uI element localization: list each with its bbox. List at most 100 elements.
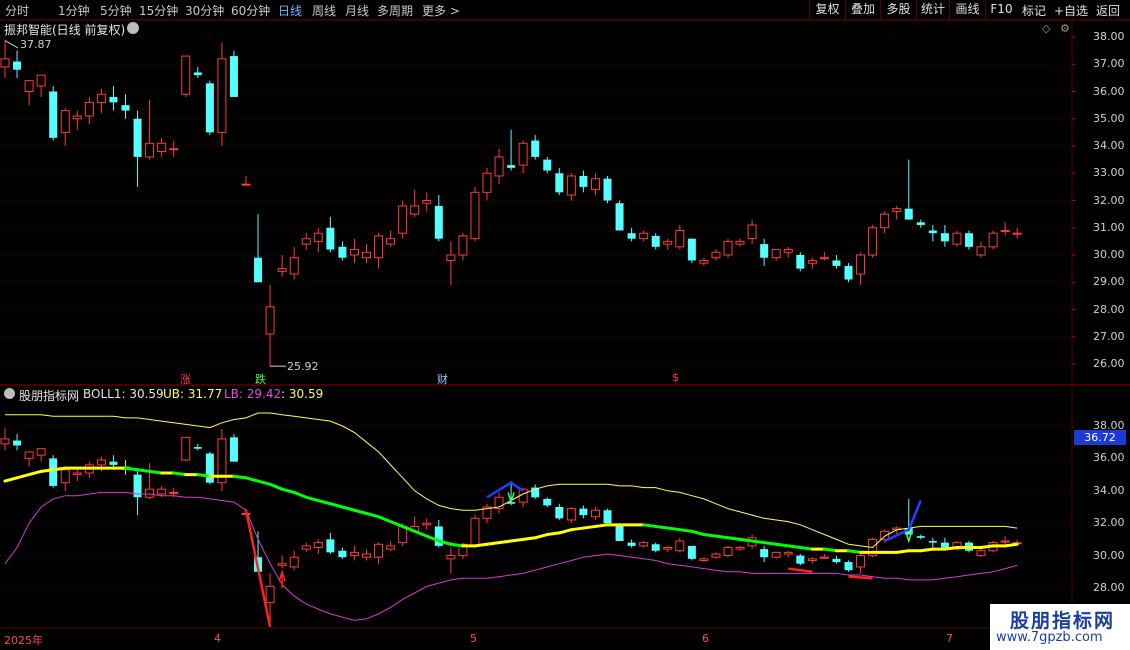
indicator-y-tick-label: 34.00 xyxy=(1093,483,1125,497)
main-candle xyxy=(590,178,600,191)
indicator-candle xyxy=(326,539,335,553)
main-candle xyxy=(940,233,949,242)
boll-mid-segment xyxy=(15,473,31,480)
boll-mid-segment xyxy=(726,536,742,541)
indicator-candle xyxy=(723,547,733,557)
main-candle xyxy=(555,173,564,193)
event-marker-finance[interactable]: 财 xyxy=(437,371,448,387)
x-axis-label-jul: 7 xyxy=(946,632,953,645)
main-candle xyxy=(627,233,636,239)
settings-icon[interactable]: ⚙ xyxy=(1060,22,1070,35)
extra-value: : 30.59 xyxy=(281,387,324,401)
event-marker-fall[interactable]: 跌 xyxy=(255,371,266,387)
indicator-candle xyxy=(205,453,214,483)
main-candle xyxy=(13,61,22,70)
main-candle xyxy=(928,230,937,234)
main-candle xyxy=(301,238,311,245)
main-candle xyxy=(72,115,82,120)
boll-mid-segment xyxy=(738,537,754,543)
indicator-candle xyxy=(771,551,781,558)
boll-mid-segment xyxy=(136,468,152,473)
indicator-candle xyxy=(916,536,925,538)
main-candle xyxy=(856,254,866,275)
lb-value: LB: 29.42 xyxy=(224,387,282,401)
indicator-candle xyxy=(735,547,745,550)
indicator-candle xyxy=(796,555,805,564)
signal-down-stroke xyxy=(848,575,873,580)
indicator-candle xyxy=(615,524,624,542)
indicator-candle xyxy=(289,556,299,568)
main-candle xyxy=(663,240,673,245)
indicator-candle xyxy=(579,508,588,516)
main-candle xyxy=(603,178,612,201)
indicator-candle xyxy=(157,488,167,495)
indicator-menu-icon[interactable] xyxy=(4,388,15,399)
indicator-candle xyxy=(1000,540,1010,543)
diamond-icon[interactable]: ◇ xyxy=(1042,22,1050,35)
main-candle xyxy=(819,257,829,260)
main-y-tick-label: 38.00 xyxy=(1093,30,1125,43)
main-y-tick-label: 34.00 xyxy=(1093,139,1125,152)
indicator-candle xyxy=(699,558,709,561)
main-candle xyxy=(157,142,167,152)
indicator-candle xyxy=(976,550,986,557)
event-marker-rise[interactable]: 涨 xyxy=(180,371,191,387)
boll-mid-segment xyxy=(545,531,561,537)
indicator-candle xyxy=(807,558,817,561)
event-marker-dividend[interactable]: $ xyxy=(672,371,679,384)
main-candle xyxy=(49,91,58,138)
main-candle xyxy=(254,257,263,283)
main-candle xyxy=(579,175,588,187)
price-tag: 36.72 xyxy=(1074,430,1126,445)
main-candle xyxy=(277,268,287,272)
boll-mid-segment xyxy=(979,544,995,549)
main-candle xyxy=(181,55,191,95)
watermark-url: www.7gpzb.com xyxy=(996,630,1103,645)
kline-chart[interactable] xyxy=(0,0,1130,650)
boll-mid-segment xyxy=(244,476,260,483)
boll-mid-segment xyxy=(919,547,935,553)
main-candle xyxy=(699,259,709,264)
main-candle xyxy=(24,80,34,92)
main-y-tick-label: 27.00 xyxy=(1093,329,1125,343)
boll-mid-segment xyxy=(352,508,368,515)
main-candle xyxy=(615,203,624,231)
main-candle xyxy=(133,118,142,157)
main-candle xyxy=(771,249,781,259)
indicator-candle xyxy=(470,517,480,547)
main-candle xyxy=(832,260,841,266)
main-candle xyxy=(965,233,973,247)
main-candle xyxy=(807,259,817,264)
boll-mid-segment xyxy=(654,524,670,530)
indicator-candle xyxy=(374,543,384,558)
main-candle xyxy=(868,227,878,256)
boll-mid-segment xyxy=(774,542,790,548)
main-candle xyxy=(675,229,685,248)
watermark-logo: 股朋指标网 www.7gpzb.com xyxy=(990,604,1130,650)
indicator-y-tick-label: 30.00 xyxy=(1093,548,1125,562)
boll-mid-segment xyxy=(690,529,706,537)
chevron-down-icon[interactable] xyxy=(127,22,139,34)
indicator-candle xyxy=(566,508,576,521)
indicator-candle xyxy=(49,458,58,486)
main-candle xyxy=(747,224,757,240)
indicator-candle xyxy=(832,558,841,563)
boll-mid-segment xyxy=(304,495,320,503)
indicator-candle xyxy=(13,440,22,446)
main-candle xyxy=(976,246,986,256)
main-candle xyxy=(84,101,94,117)
main-candle xyxy=(470,191,480,240)
main-candle xyxy=(904,208,913,220)
main-y-tick-label: 32.00 xyxy=(1093,193,1125,207)
boll-mid-segment xyxy=(27,469,43,477)
main-candle xyxy=(265,306,275,335)
main-candle xyxy=(723,240,733,256)
high-pointer xyxy=(4,40,19,49)
main-candle xyxy=(434,205,443,239)
main-candle xyxy=(988,232,998,248)
indicator-candle xyxy=(229,437,238,462)
buy-arrow-icon xyxy=(278,569,286,588)
indicator-candle xyxy=(940,542,949,548)
main-candle xyxy=(109,96,118,103)
indicator-candle xyxy=(265,585,275,604)
